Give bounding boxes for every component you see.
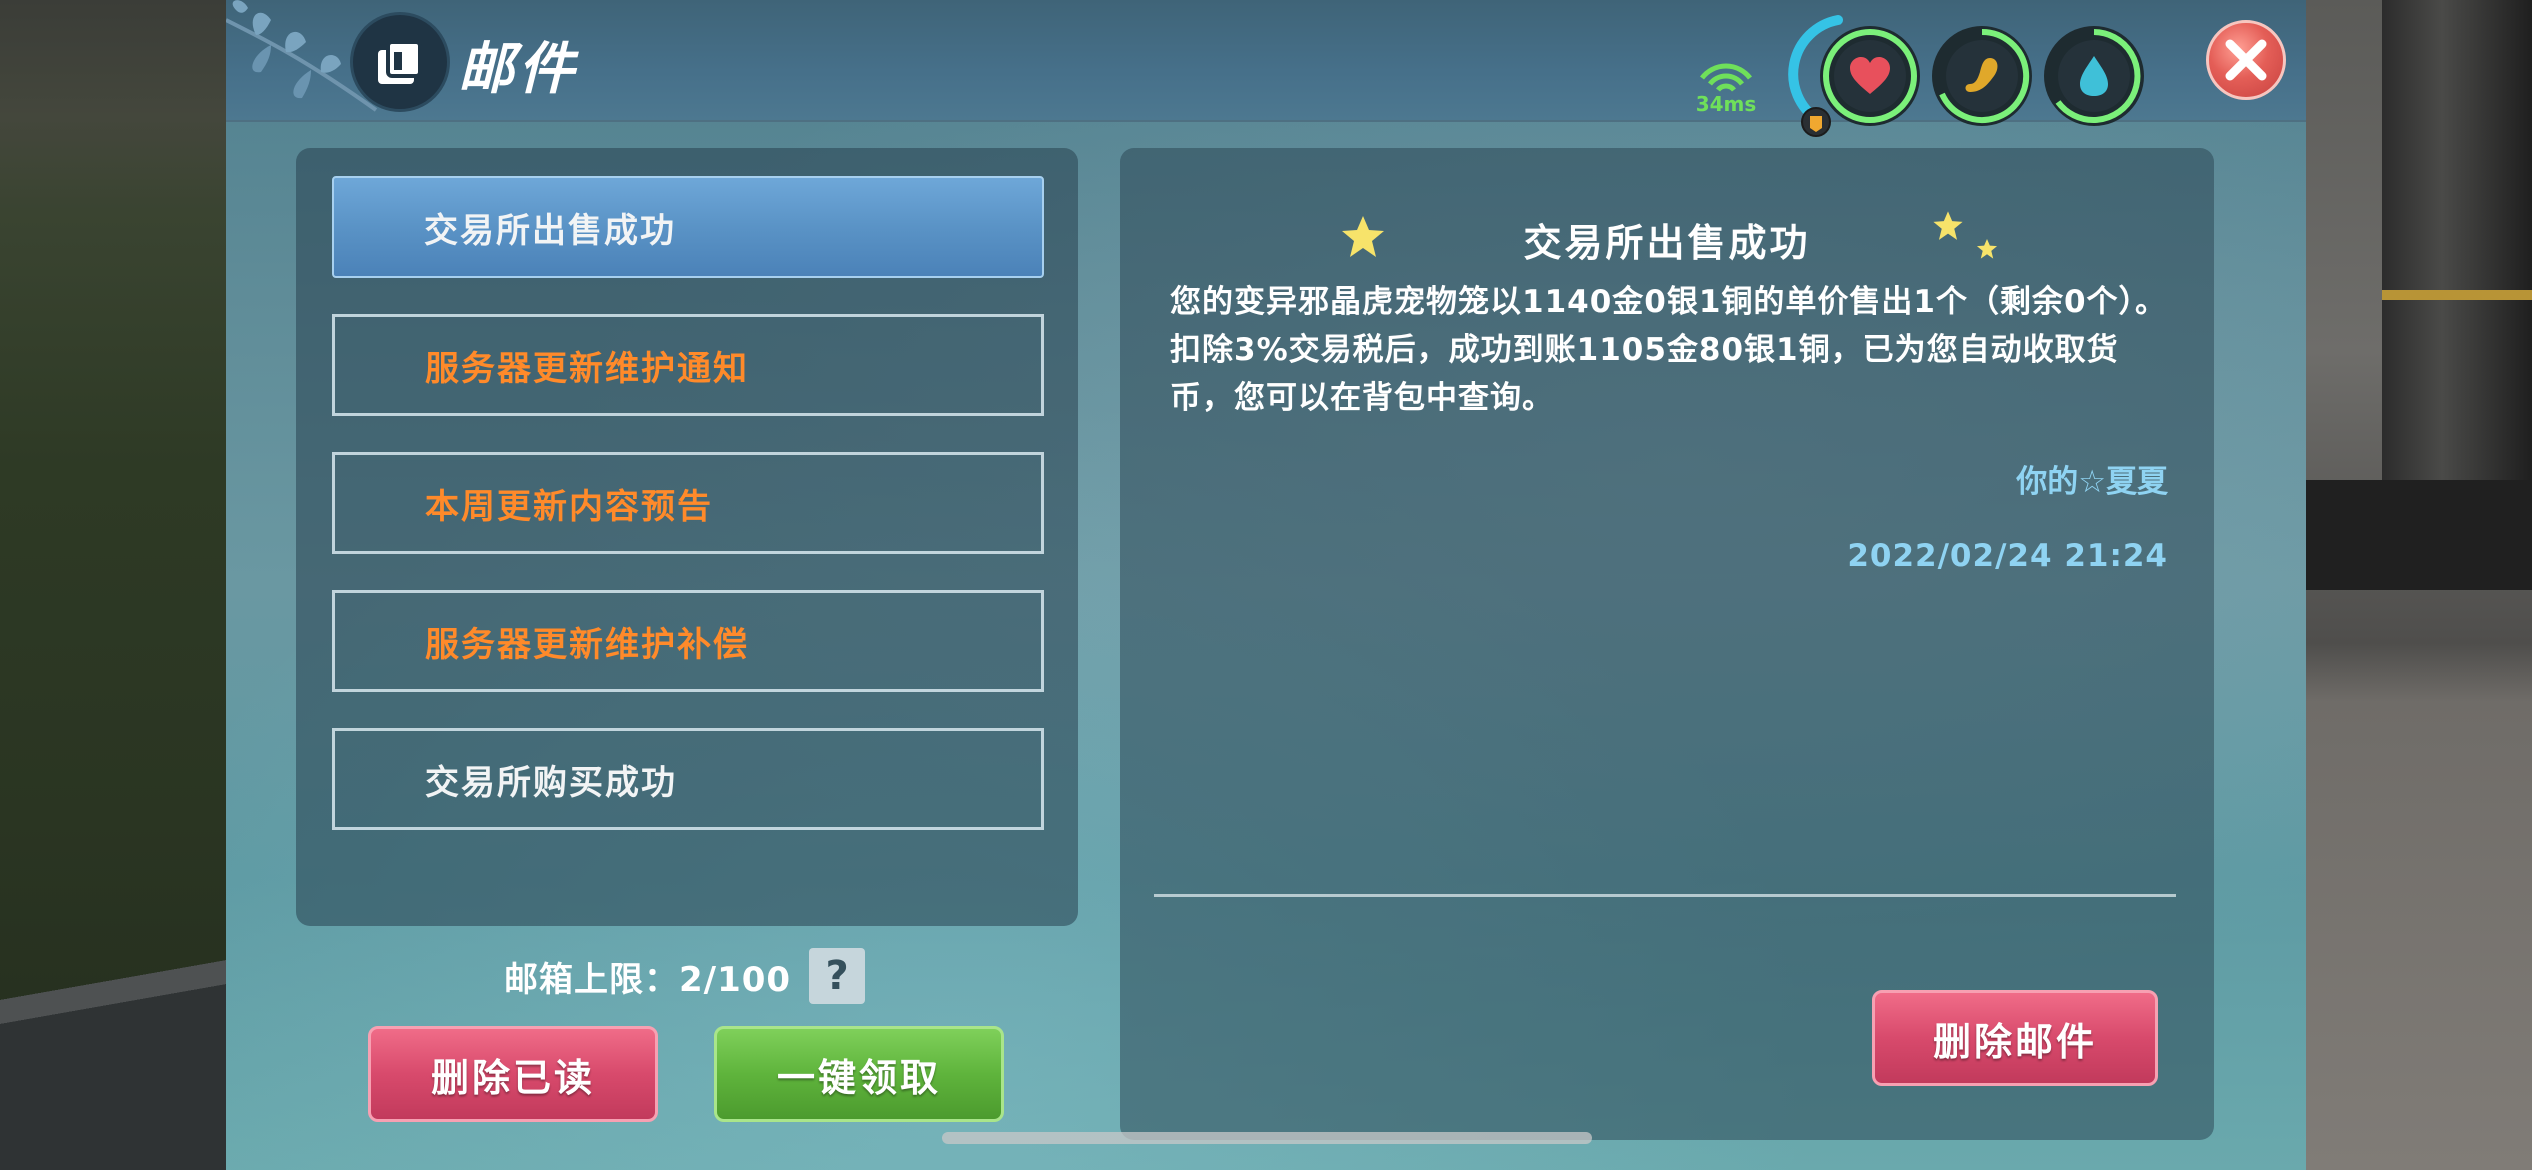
mail-window: 邮件 34ms 交易所出售成功 服务器更新维护通知 本周更新内容预告 服务器更新… <box>226 0 2306 1170</box>
help-button[interactable]: ? <box>809 948 866 1004</box>
mail-item-label: 交易所出售成功 <box>424 210 676 251</box>
home-indicator[interactable] <box>942 1132 1592 1144</box>
mail-date: 2022/02/24 21:24 <box>1847 538 2168 574</box>
wifi-icon <box>1700 63 1752 92</box>
background-gold-trim <box>2382 290 2532 300</box>
delete-read-button[interactable]: 删除已读 <box>368 1026 658 1122</box>
ping-text: 34ms <box>1695 92 1757 116</box>
background-scene-right <box>2306 0 2532 1170</box>
delete-mail-button[interactable]: 删除邮件 <box>1872 990 2158 1086</box>
content-divider <box>1154 894 2176 897</box>
health-ring <box>1820 26 1920 126</box>
background-scene-left <box>0 0 226 1170</box>
background-rail <box>0 910 226 1170</box>
mail-item-exchange-sold[interactable]: 交易所出售成功 <box>332 176 1044 278</box>
mail-content-panel: 交易所出售成功 您的变异邪晶虎宠物笼以1140金0银1铜的单价售出1个（剩余0个… <box>1120 148 2214 1140</box>
close-icon <box>2225 39 2267 81</box>
close-button[interactable] <box>2206 20 2286 100</box>
mail-item-exchange-bought[interactable]: 交易所购买成功 <box>332 728 1044 830</box>
mail-signature: 你的☆夏夏 <box>2016 464 2168 500</box>
network-signal: 34ms <box>1688 52 1764 120</box>
mail-list-panel: 交易所出售成功 服务器更新维护通知 本周更新内容预告 服务器更新维护补偿 交易所… <box>296 148 1078 926</box>
mail-item-maintenance-compensation[interactable]: 服务器更新维护补偿 <box>332 590 1044 692</box>
mail-body: 您的变异邪晶虎宠物笼以1140金0银1铜的单价售出1个（剩余0个）。扣除3%交易… <box>1170 284 2168 416</box>
hunger-ring <box>1932 26 2032 126</box>
mail-item-label: 服务器更新维护补偿 <box>425 624 749 665</box>
claim-all-button[interactable]: 一键领取 <box>714 1026 1004 1122</box>
mail-item-label: 本周更新内容预告 <box>425 486 713 527</box>
title-bar: 邮件 34ms <box>226 0 2306 137</box>
mail-item-maintenance-notice[interactable]: 服务器更新维护通知 <box>332 314 1044 416</box>
background-dark-band <box>2306 480 2532 590</box>
mail-item-label: 交易所购买成功 <box>425 762 677 803</box>
window-title: 邮件 <box>458 37 578 102</box>
mail-item-weekly-preview[interactable]: 本周更新内容预告 <box>332 452 1044 554</box>
mailbox-limit-text: 邮箱上限：2/100 <box>504 959 792 1000</box>
background-pillar <box>2382 0 2532 480</box>
mail-title: 交易所出售成功 <box>1523 221 1811 265</box>
water-ring <box>2044 26 2144 126</box>
mail-icon <box>350 12 450 112</box>
mailbox-limit-row: 邮箱上限：2/100 ? <box>504 946 866 1006</box>
mail-item-label: 服务器更新维护通知 <box>425 348 749 389</box>
